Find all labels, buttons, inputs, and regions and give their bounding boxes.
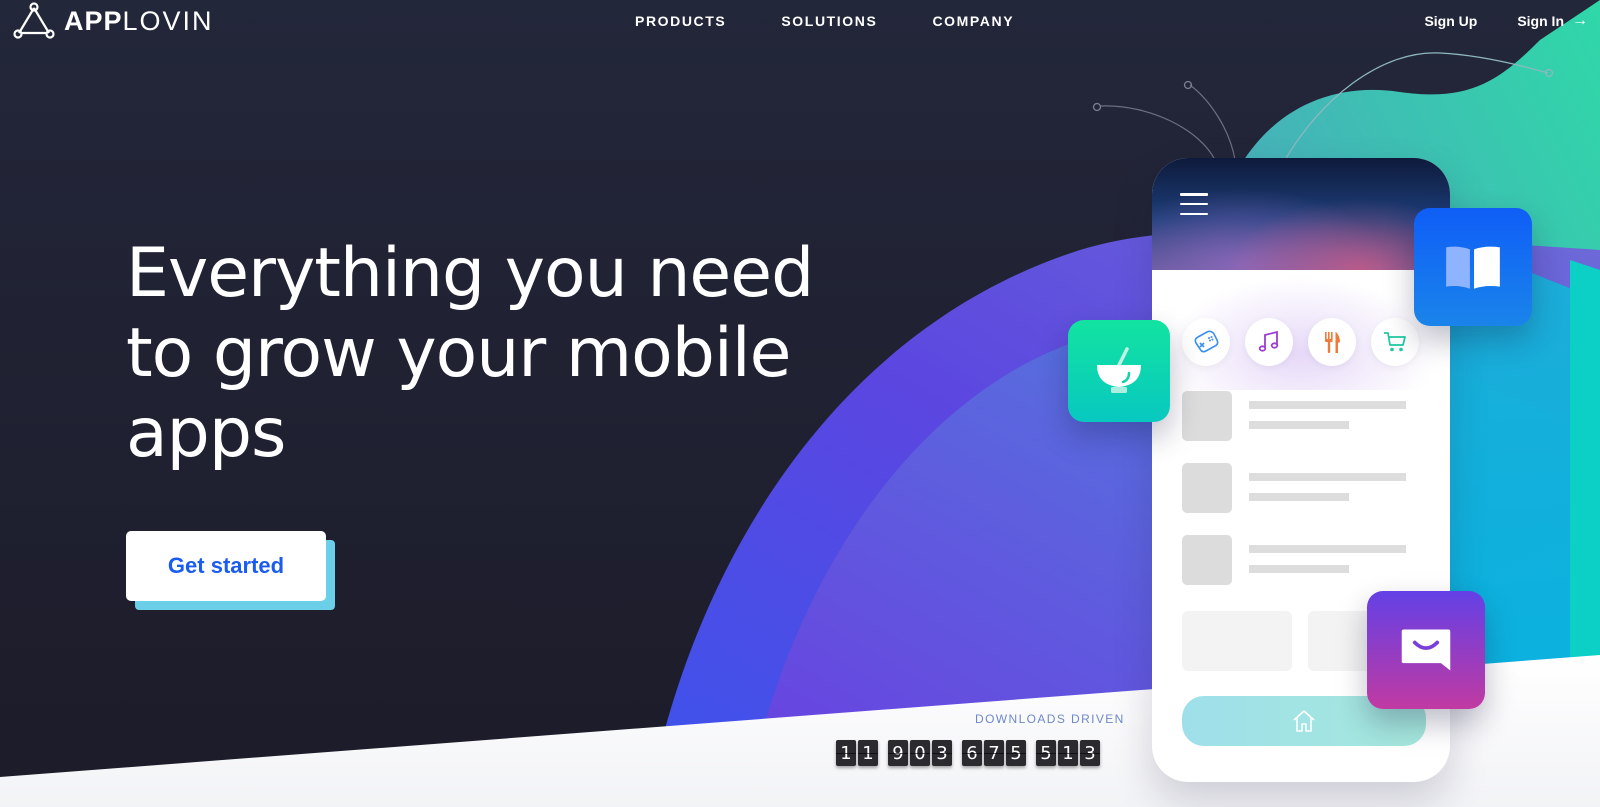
counter-digit: 1 (836, 740, 856, 766)
counter-digit: 0 (910, 740, 930, 766)
hero-headline: Everything you need to grow your mobile … (126, 234, 826, 474)
logo-word-app: APP (64, 6, 123, 36)
counter-digit: 1 (858, 740, 878, 766)
arrow-right-icon: → (1572, 12, 1588, 29)
account-links: Sign Up Sign In → (1424, 12, 1588, 30)
headline-line-1: Everything you need (126, 234, 814, 313)
placeholder-tile (1182, 611, 1292, 671)
fork-knife-icon (1325, 332, 1340, 353)
top-nav: APPLOVIN PRODUCTS SOLUTIONS COMPANY Sign… (0, 0, 1600, 44)
main-menu: PRODUCTS SOLUTIONS COMPANY (635, 13, 1014, 29)
placeholder-line (1249, 545, 1406, 553)
digit-group-thousands: 6 7 5 (962, 740, 1026, 766)
phone-header-image (1152, 158, 1450, 270)
home-icon (1293, 710, 1315, 732)
nav-company[interactable]: COMPANY (932, 13, 1014, 29)
gamepad-icon (1194, 330, 1219, 353)
counter-digit: 7 (984, 740, 1004, 766)
list-item-placeholder (1182, 535, 1422, 587)
logo-wordmark: APPLOVIN (64, 2, 214, 40)
book-app-tile (1414, 208, 1532, 326)
sign-in-label: Sign In (1517, 13, 1564, 29)
counter-digit: 1 (1058, 740, 1078, 766)
nav-solutions[interactable]: SOLUTIONS (781, 13, 877, 29)
get-started-wrapper: Get started (126, 531, 338, 611)
chat-app-tile (1367, 591, 1485, 709)
bowl-app-tile (1068, 320, 1170, 422)
headline-line-3: apps (126, 394, 286, 473)
headline-line-2: to grow your mobile (126, 314, 792, 393)
applovin-logo[interactable]: APPLOVIN (12, 2, 214, 40)
counter-digit: 3 (932, 740, 952, 766)
placeholder-line (1249, 565, 1349, 573)
counter-digit: 5 (1006, 740, 1026, 766)
digit-group-units: 5 1 3 (1036, 740, 1100, 766)
chat-smile-icon (1401, 629, 1451, 671)
digit-group-millions: 9 0 3 (888, 740, 952, 766)
bowl-spoon-icon (1097, 347, 1141, 393)
category-food (1308, 318, 1356, 366)
get-started-button[interactable]: Get started (126, 531, 326, 601)
counter-digit: 9 (888, 740, 908, 766)
hamburger-menu-icon (1180, 193, 1208, 215)
category-music (1245, 318, 1293, 366)
sign-in-link[interactable]: Sign In → (1517, 12, 1588, 30)
hero-section: APPLOVIN PRODUCTS SOLUTIONS COMPANY Sign… (0, 0, 1600, 807)
open-book-icon (1446, 246, 1500, 289)
sign-up-link[interactable]: Sign Up (1424, 13, 1477, 29)
nav-products[interactable]: PRODUCTS (635, 13, 726, 29)
placeholder-line (1249, 421, 1349, 429)
sign-up-label: Sign Up (1424, 13, 1478, 29)
placeholder-line (1249, 473, 1406, 481)
list-item-placeholder (1182, 391, 1422, 443)
placeholder-thumbnail (1182, 391, 1232, 441)
placeholder-line (1249, 493, 1349, 501)
downloads-counter: 1 1 9 0 3 6 7 5 5 1 3 (836, 740, 1100, 766)
list-item-placeholder (1182, 463, 1422, 515)
triangle-nodes-icon (13, 2, 55, 39)
category-games (1182, 318, 1230, 366)
logo-word-lovin: LOVIN (122, 6, 214, 36)
placeholder-line (1249, 401, 1406, 409)
placeholder-thumbnail (1182, 535, 1232, 585)
category-shopping (1371, 318, 1419, 366)
counter-digit: 3 (1080, 740, 1100, 766)
digit-group-billions: 1 1 (836, 740, 878, 766)
downloads-label: DOWNLOADS DRIVEN (975, 712, 1125, 726)
counter-digit: 5 (1036, 740, 1056, 766)
placeholder-thumbnail (1182, 463, 1232, 513)
counter-digit: 6 (962, 740, 982, 766)
shopping-cart-icon (1384, 332, 1406, 352)
music-note-icon (1258, 330, 1279, 352)
category-row (1182, 318, 1419, 366)
